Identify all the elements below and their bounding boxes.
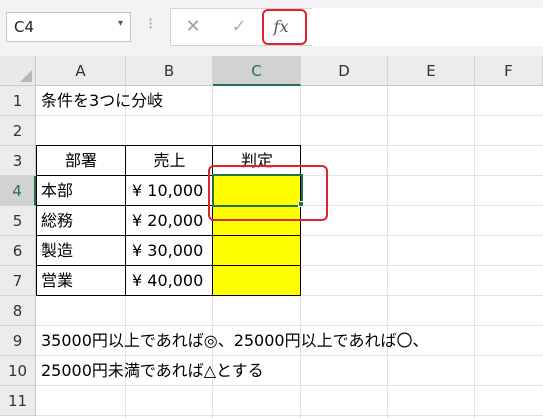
formula-input[interactable] (312, 8, 543, 46)
cell-b7[interactable]: ¥ 40,000 (132, 266, 203, 296)
column-header-b[interactable]: B (126, 56, 213, 86)
column-header-e[interactable]: E (388, 56, 475, 86)
cell-a4[interactable]: 本部 (41, 176, 73, 206)
row-header-8[interactable]: 8 (0, 296, 36, 326)
cell-b5[interactable]: ¥ 20,000 (132, 206, 203, 236)
name-box[interactable]: C4 ▾ (6, 12, 131, 42)
gridline (474, 86, 475, 418)
row-header-6[interactable]: 6 (0, 236, 36, 266)
cell-b4[interactable]: ¥ 10,000 (132, 176, 203, 206)
row-header-4[interactable]: 4 (0, 176, 36, 206)
fx-callout-box (262, 9, 307, 45)
formula-bar: C4 ▾ ⁝ ✕ ✓ fx (0, 0, 543, 56)
gridline (387, 86, 388, 418)
row-header-5[interactable]: 5 (0, 206, 36, 236)
cell-a10-note[interactable]: 25000円未満であれば△とする (41, 356, 264, 386)
cell-a6[interactable]: 製造 (41, 236, 73, 266)
select-all-triangle (20, 70, 32, 82)
row-header-10[interactable]: 10 (0, 356, 36, 386)
select-all-icon[interactable] (0, 56, 36, 86)
cell-a9-note[interactable]: 35000円以上であれば◎、25000円以上であれば〇、 (41, 326, 428, 356)
column-header-a[interactable]: A (36, 56, 126, 86)
cell-callout-box (208, 165, 328, 221)
cell-a3-header[interactable]: 部署 (36, 146, 126, 176)
cell-b3-header[interactable]: 売上 (126, 146, 213, 176)
enter-check-icon[interactable]: ✓ (227, 14, 251, 40)
cell-b6[interactable]: ¥ 30,000 (132, 236, 203, 266)
dropdown-arrow-icon[interactable]: ▾ (118, 18, 123, 29)
column-header-f[interactable]: F (475, 56, 543, 86)
column-header-c[interactable]: C (213, 56, 301, 86)
gridline (36, 415, 543, 416)
row-header-2[interactable]: 2 (0, 116, 36, 146)
cell-a7[interactable]: 営業 (41, 266, 73, 296)
formula-bar-grip-icon[interactable]: ⁝ (148, 14, 153, 33)
cancel-icon[interactable]: ✕ (181, 14, 205, 40)
row-header-9[interactable]: 9 (0, 326, 36, 356)
name-box-value: C4 (14, 18, 35, 36)
cell-a5[interactable]: 総務 (41, 206, 73, 236)
row-header-11[interactable]: 11 (0, 386, 36, 416)
cell-a1-title[interactable]: 条件を3つに分岐 (41, 86, 163, 116)
row-header-3[interactable]: 3 (0, 146, 36, 176)
row-header-1[interactable]: 1 (0, 86, 36, 116)
row-header-7[interactable]: 7 (0, 266, 36, 296)
column-header-d[interactable]: D (301, 56, 388, 86)
